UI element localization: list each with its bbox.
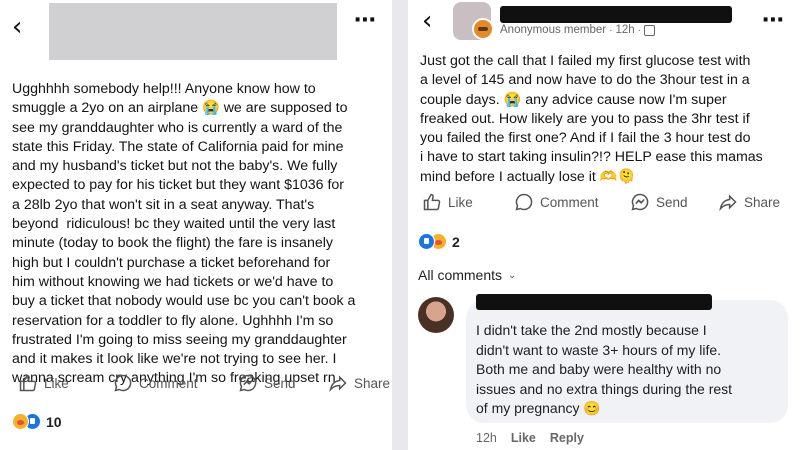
left-post-panel: ‹ ⋯ Ugghhhh somebody help!!! Anyone know… [0, 0, 392, 450]
share-label: Share [744, 194, 781, 210]
all-comments-label: All comments [418, 267, 503, 283]
send-label: Send [264, 375, 296, 391]
send-button[interactable]: Send [238, 373, 328, 393]
comment-icon [515, 193, 533, 211]
right-post-panel: ‹ Anonymous member · 12h · ⋯ Just got th… [408, 0, 800, 450]
chevron-down-icon: ⌄ [508, 269, 517, 281]
comment-meta: 12h Like Reply [476, 431, 584, 445]
like-label: Like [448, 194, 473, 210]
comment-like-button[interactable]: Like [511, 431, 536, 445]
share-icon [329, 375, 347, 393]
post-actions: Like Comment Send Share [422, 192, 780, 212]
meta-separator: · [637, 24, 641, 36]
post-meta: Anonymous member · 12h · [500, 24, 655, 36]
send-icon [631, 193, 649, 211]
comment-sort-dropdown[interactable]: All comments ⌄ [418, 267, 516, 283]
comment-time: 12h [476, 431, 497, 445]
redacted-header [49, 3, 337, 60]
post-time: 12h [615, 24, 635, 36]
author-label: Anonymous member [500, 24, 607, 36]
back-icon[interactable]: ‹ [12, 14, 22, 40]
share-button[interactable]: Share [328, 373, 390, 393]
redacted-commenter-name [476, 294, 712, 310]
comment-label: Comment [540, 194, 599, 210]
share-icon [719, 194, 737, 212]
share-button[interactable]: Share [718, 192, 780, 212]
send-label: Send [656, 194, 688, 210]
like-icon [423, 193, 441, 211]
commenter-avatar[interactable] [418, 297, 454, 333]
globe-icon [643, 24, 655, 36]
anonymous-badge-icon [472, 18, 494, 40]
comment-text: I didn't take the 2nd mostly because I d… [476, 322, 733, 416]
reaction-count: 10 [46, 413, 62, 430]
redacted-name [500, 6, 732, 23]
post-body: Ugghhhh somebody help!!! Anyone know how… [12, 81, 356, 387]
like-icon [19, 374, 37, 392]
comment-label: Comment [139, 375, 198, 391]
comment-button[interactable]: Comment [514, 192, 630, 212]
care-reaction-icon [12, 413, 29, 430]
more-icon[interactable]: ⋯ [354, 10, 377, 32]
send-icon [239, 374, 257, 392]
meta-separator: · [609, 24, 613, 36]
like-button[interactable]: Like [422, 192, 514, 212]
comment-icon [114, 374, 132, 392]
comment-button[interactable]: Comment [113, 373, 238, 393]
like-button[interactable]: Like [18, 373, 113, 393]
reaction-count: 2 [452, 233, 460, 250]
more-icon[interactable]: ⋯ [762, 10, 785, 32]
post-actions: Like Comment Send Share [18, 373, 390, 393]
reaction-summary[interactable]: 10 [12, 413, 62, 430]
back-icon[interactable]: ‹ [422, 8, 432, 34]
share-label: Share [354, 375, 391, 391]
post-body: Just got the call that I failed my first… [420, 53, 763, 185]
like-label: Like [44, 375, 69, 391]
like-reaction-icon [418, 233, 435, 250]
send-button[interactable]: Send [630, 192, 718, 212]
comment-reply-button[interactable]: Reply [550, 431, 584, 445]
reaction-summary[interactable]: 2 [418, 233, 460, 250]
